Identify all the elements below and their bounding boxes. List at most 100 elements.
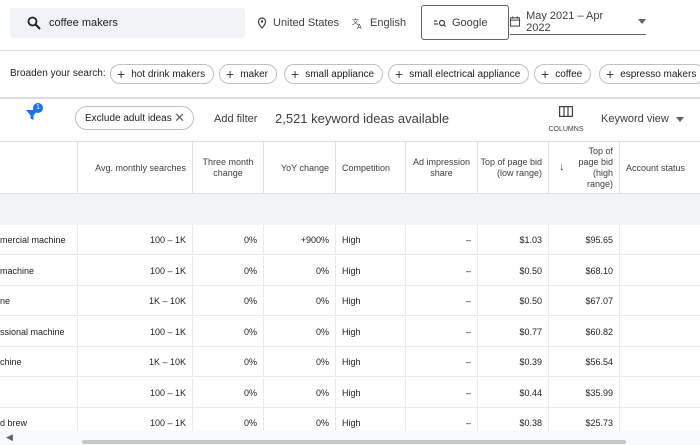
broaden-chip-hot-drink-makers[interactable]: + hot drink makers [110, 64, 215, 84]
cell-avg-monthly-searches: 100 – 1K [78, 377, 193, 408]
search-input[interactable] [49, 17, 229, 29]
header-competition[interactable]: Competition [336, 142, 406, 194]
cell-bid-low: $0.44 [478, 377, 549, 408]
header-bid-low[interactable]: Top of page bid (low range) [478, 142, 549, 194]
table-row[interactable]: ne 1K – 10K 0% 0% High – $0.50 $67.07 [0, 286, 700, 316]
cell-competition: High [336, 225, 406, 255]
cell-avg-monthly-searches: 1K – 10K [78, 286, 193, 316]
table-row[interactable]: 100 – 1K 0% 0% High – $0.44 $35.99 [0, 377, 700, 408]
cell-ad-impression-share: – [406, 255, 478, 286]
cell-account-status [620, 378, 700, 408]
divider [0, 50, 700, 51]
keyword-view-label: Keyword view [601, 113, 669, 125]
location-selector[interactable]: United States [257, 8, 339, 38]
cell-bid-low: $0.50 [478, 286, 549, 316]
cell-ad-impression-share: – [406, 286, 478, 316]
cell-bid-high: $35.99 [549, 377, 620, 408]
header-ad-impression-share[interactable]: Ad impression share [406, 142, 478, 194]
close-icon[interactable]: ✕ [174, 110, 185, 126]
cell-bid-low: $0.50 [478, 255, 549, 286]
horizontal-scrollbar[interactable]: ◀ [0, 431, 700, 445]
broaden-chip-small-electrical-appliance[interactable]: + small electrical appliance [388, 64, 530, 84]
language-selector[interactable]: 文A English [352, 8, 406, 38]
exclude-adult-ideas-chip[interactable]: Exclude adult ideas ✕ [75, 106, 194, 130]
cell-competition: High [336, 377, 406, 408]
header-bid-high[interactable]: ↓ Top of page bid (high range) [549, 142, 620, 194]
keyword-ideas-count: 2,521 keyword ideas available [275, 111, 450, 126]
cell-yoy-change: 0% [264, 347, 336, 377]
cell-bid-low: $0.77 [478, 316, 549, 347]
cell-ad-impression-share: – [406, 316, 478, 347]
cell-keyword [0, 377, 78, 408]
cell-avg-monthly-searches: 100 – 1K [78, 316, 193, 347]
cell-account-status [620, 317, 700, 347]
add-filter-button[interactable]: Add filter [214, 113, 257, 125]
location-label: United States [273, 17, 340, 29]
header-yoy-change[interactable]: YoY change [264, 142, 336, 194]
broaden-chip-coffee[interactable]: + coffee [534, 64, 592, 84]
columns-button[interactable]: COLUMNS [546, 104, 586, 133]
cell-account-status [620, 225, 700, 255]
broaden-chip-small-appliance[interactable]: + small appliance [284, 64, 384, 84]
cell-keyword: machine [0, 255, 78, 286]
cell-keyword: ssional machine [0, 316, 78, 347]
cell-three-month-change: 0% [193, 316, 264, 347]
language-label: English [370, 17, 407, 29]
location-pin-icon [257, 17, 267, 29]
broaden-chip-maker[interactable]: + maker [219, 64, 277, 84]
broaden-chip-espresso-makers[interactable]: + espresso makers [599, 64, 700, 84]
cell-yoy-change: 0% [264, 255, 336, 286]
cell-avg-monthly-searches: 100 – 1K [78, 255, 193, 286]
keyword-search-box[interactable] [10, 8, 245, 38]
cell-three-month-change: 0% [193, 225, 264, 255]
header-account-status[interactable]: Account status [620, 142, 700, 194]
cell-keyword: mercial machine [0, 225, 78, 255]
header-three-month-change[interactable]: Three month change [193, 142, 264, 194]
scroll-left-icon[interactable]: ◀ [6, 432, 13, 443]
cell-three-month-change: 0% [193, 347, 264, 377]
plus-icon: + [606, 66, 615, 82]
cell-yoy-change: 0% [264, 377, 336, 408]
cell-avg-monthly-searches: 1K – 10K [78, 347, 193, 377]
date-range-selector[interactable]: May 2021 – Apr 2022 [510, 9, 646, 35]
columns-icon [559, 106, 574, 118]
cell-account-status [620, 256, 700, 286]
keyword-view-selector[interactable]: Keyword view [601, 113, 684, 125]
cell-yoy-change: 0% [264, 286, 336, 316]
broaden-label: Broaden your search: [10, 68, 106, 79]
cell-ad-impression-share: – [406, 347, 478, 377]
network-icon [434, 19, 446, 27]
cell-account-status [620, 347, 700, 377]
table-row[interactable]: chine 1K – 10K 0% 0% High – $0.39 $56.54 [0, 347, 700, 377]
translate-icon: 文A [352, 17, 362, 29]
table-row[interactable]: ssional machine 100 – 1K 0% 0% High – $0.77 $60… [0, 316, 700, 347]
top-bar: United States 文A English Google May 2021… [0, 0, 700, 50]
cell-three-month-change: 0% [193, 377, 264, 408]
table-header: Avg. monthly searches Three month change… [0, 141, 700, 194]
filter-count-badge: 1 [33, 103, 43, 113]
header-avg-monthly-searches[interactable]: Avg. monthly searches [78, 142, 193, 194]
sort-arrow-down-icon: ↓ [559, 161, 565, 173]
broaden-search-row: Broaden your search: + hot drink makers +… [0, 60, 700, 88]
network-label: Google [452, 16, 488, 29]
scrollbar-thumb[interactable] [82, 440, 626, 444]
date-range-label: May 2021 – Apr 2022 [526, 9, 604, 34]
chevron-down-icon [675, 116, 684, 122]
cell-avg-monthly-searches: 100 – 1K [78, 225, 193, 255]
cell-bid-low: $0.39 [478, 347, 549, 377]
cell-bid-high: $56.54 [549, 347, 620, 377]
network-selector[interactable]: Google [421, 5, 509, 40]
exclude-adult-ideas-label: Exclude adult ideas [85, 112, 172, 124]
cell-competition: High [336, 286, 406, 316]
cell-yoy-change: +900% [264, 225, 336, 255]
header-keyword[interactable] [0, 142, 78, 194]
search-icon [27, 16, 41, 30]
plus-icon: + [117, 66, 126, 82]
divider [0, 97, 700, 99]
cell-ad-impression-share: – [406, 377, 478, 408]
table-row[interactable]: mercial machine 100 – 1K 0% +900% High – $1.03… [0, 225, 700, 255]
cell-bid-high: $95.65 [549, 225, 620, 255]
cell-ad-impression-share: – [406, 225, 478, 255]
table-row[interactable]: machine 100 – 1K 0% 0% High – $0.50 $68.10 [0, 255, 700, 286]
cell-yoy-change: 0% [264, 316, 336, 347]
